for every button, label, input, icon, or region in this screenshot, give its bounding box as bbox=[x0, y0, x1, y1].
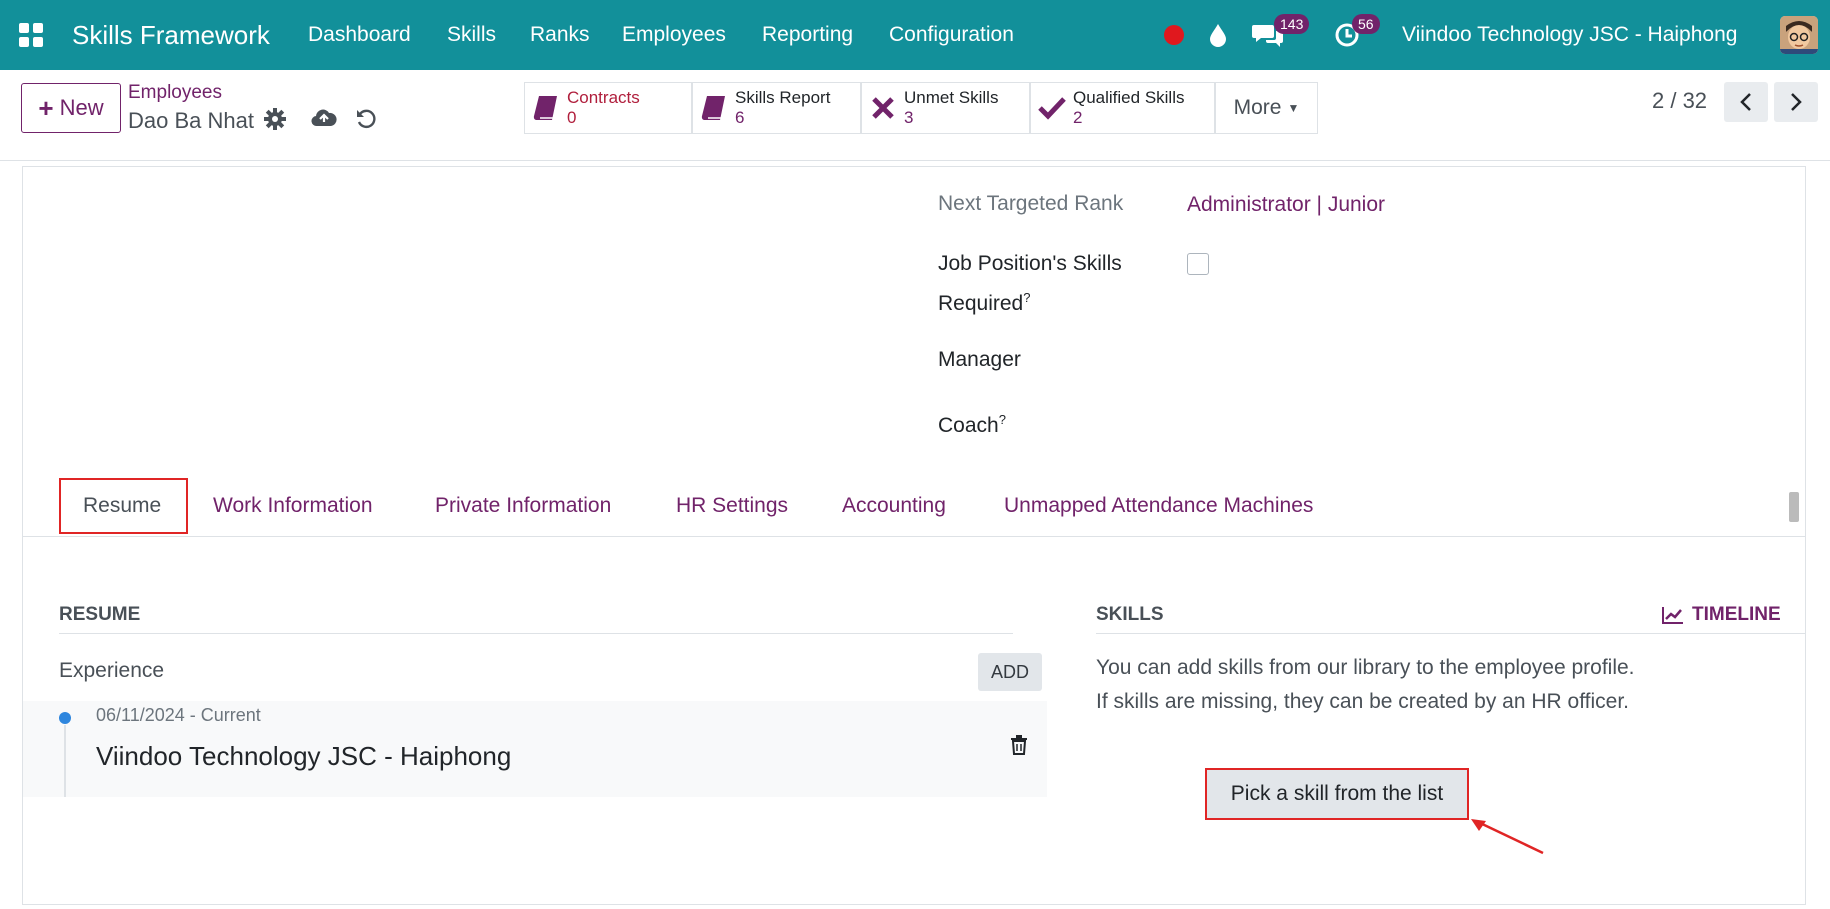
menu-dashboard[interactable]: Dashboard bbox=[308, 0, 411, 70]
smart-button-qualified-skills[interactable]: Qualified Skills 2 bbox=[1030, 82, 1215, 134]
control-panel: + New Employees Dao Ba Nhat Contracts 0 … bbox=[0, 70, 1830, 161]
tab-private-information[interactable]: Private Information bbox=[435, 478, 611, 534]
activities-clock-icon[interactable] bbox=[1334, 0, 1360, 70]
experience-label: Experience bbox=[59, 659, 165, 682]
pager-previous-button[interactable] bbox=[1724, 82, 1768, 122]
apps-menu-icon[interactable] bbox=[18, 0, 46, 70]
timeline-line bbox=[64, 725, 66, 797]
cloud-upload-icon[interactable] bbox=[311, 106, 337, 133]
more-button[interactable]: More ▼ bbox=[1215, 82, 1318, 134]
menu-ranks[interactable]: Ranks bbox=[530, 0, 590, 70]
smart-button-unmet-skills[interactable]: Unmet Skills 3 bbox=[861, 82, 1030, 134]
coach-label-text: Coach bbox=[938, 414, 999, 437]
company-switcher[interactable]: Viindoo Technology JSC - Haiphong bbox=[1402, 0, 1737, 70]
breadcrumb-parent[interactable]: Employees bbox=[128, 82, 222, 104]
smart-button-label: Unmet Skills bbox=[904, 88, 999, 107]
skills-section-title: SKILLS bbox=[1096, 604, 1164, 625]
job-skills-required-label: Job Position's Skills Required? bbox=[938, 247, 1122, 321]
book-icon bbox=[693, 93, 735, 123]
book-icon bbox=[525, 93, 567, 123]
next-targeted-rank-label: Next Targeted Rank bbox=[938, 192, 1124, 215]
skills-help-line1: You can add skills from our library to t… bbox=[1096, 656, 1635, 679]
smart-button-label: Qualified Skills bbox=[1073, 88, 1185, 107]
menu-reporting[interactable]: Reporting bbox=[762, 0, 853, 70]
resume-section-title: RESUME bbox=[59, 604, 141, 625]
timeline-dot bbox=[59, 712, 71, 724]
record-icon[interactable] bbox=[1163, 0, 1185, 70]
messages-icon[interactable] bbox=[1252, 0, 1284, 70]
trash-icon[interactable] bbox=[1010, 735, 1028, 760]
skills-help-line2: If skills are missing, they can be creat… bbox=[1096, 690, 1630, 713]
job-skills-label-line1: Job Position's Skills bbox=[938, 252, 1122, 275]
timeline-button[interactable]: TIMELINE bbox=[1662, 604, 1781, 626]
menu-configuration[interactable]: Configuration bbox=[889, 0, 1014, 70]
resume-line[interactable]: 06/11/2024 - Current Viindoo Technology … bbox=[23, 701, 1047, 797]
top-navbar: Skills Framework Dashboard Skills Ranks … bbox=[0, 0, 1830, 70]
manager-label: Manager bbox=[938, 348, 1021, 371]
new-button[interactable]: + New bbox=[21, 83, 121, 133]
smart-button-label: Contracts bbox=[567, 88, 640, 107]
pager-next-button[interactable] bbox=[1774, 82, 1818, 122]
add-resume-line-button[interactable]: ADD bbox=[978, 653, 1042, 691]
new-button-label: New bbox=[59, 95, 104, 120]
user-avatar[interactable] bbox=[1780, 16, 1818, 54]
resume-line-title: Viindoo Technology JSC - Haiphong bbox=[96, 741, 512, 771]
menu-employees[interactable]: Employees bbox=[622, 0, 726, 70]
resume-line-date: 06/11/2024 - Current bbox=[96, 705, 261, 725]
tab-unmapped-attendance-machines[interactable]: Unmapped Attendance Machines bbox=[1004, 478, 1313, 534]
smart-button-contracts[interactable]: Contracts 0 bbox=[524, 82, 692, 134]
form-sheet: Next Targeted Rank Administrator | Junio… bbox=[22, 166, 1806, 905]
smart-button-value: 0 bbox=[567, 108, 577, 127]
breadcrumb-current: Dao Ba Nhat bbox=[128, 108, 254, 133]
help-icon[interactable]: ? bbox=[1023, 290, 1030, 305]
skills-help-text: You can add skills from our library to t… bbox=[1096, 651, 1635, 719]
x-icon bbox=[862, 95, 904, 121]
tab-hr-settings[interactable]: HR Settings bbox=[676, 478, 788, 534]
more-label: More bbox=[1233, 96, 1282, 119]
tab-work-information[interactable]: Work Information bbox=[213, 478, 373, 534]
chart-line-icon bbox=[1662, 607, 1683, 624]
check-icon bbox=[1031, 95, 1073, 121]
next-targeted-rank-value[interactable]: Administrator | Junior bbox=[1187, 193, 1385, 217]
tab-accounting[interactable]: Accounting bbox=[842, 478, 946, 534]
tabs-scrollbar[interactable] bbox=[1789, 492, 1799, 522]
messages-count-badge: 143 bbox=[1274, 14, 1310, 34]
app-brand[interactable]: Skills Framework bbox=[72, 0, 270, 70]
drop-icon[interactable] bbox=[1208, 0, 1228, 70]
job-skills-required-checkbox[interactable] bbox=[1187, 253, 1209, 275]
notebook-tabs: Resume Work Information Private Informat… bbox=[23, 478, 1805, 537]
smart-button-value: 2 bbox=[1073, 108, 1083, 127]
pager-value[interactable]: 2 / 32 bbox=[1652, 88, 1707, 114]
plus-icon: + bbox=[38, 93, 54, 123]
smart-button-label: Skills Report bbox=[735, 88, 831, 107]
smart-button-value: 3 bbox=[904, 108, 914, 127]
skills-divider bbox=[1096, 633, 1805, 634]
smart-button-value: 6 bbox=[735, 108, 745, 127]
tab-resume[interactable]: Resume bbox=[59, 478, 188, 534]
job-skills-label-line2: Required bbox=[938, 292, 1024, 315]
annotation-arrow-icon bbox=[1471, 819, 1544, 855]
gear-icon[interactable] bbox=[264, 108, 286, 135]
help-icon[interactable]: ? bbox=[999, 412, 1006, 427]
timeline-label: TIMELINE bbox=[1692, 604, 1781, 625]
menu-skills[interactable]: Skills bbox=[447, 0, 496, 70]
discard-icon[interactable] bbox=[355, 108, 377, 135]
resume-divider bbox=[59, 633, 1013, 634]
coach-label: Coach? bbox=[938, 403, 1006, 443]
caret-down-icon: ▼ bbox=[1287, 101, 1300, 115]
pick-skill-button[interactable]: Pick a skill from the list bbox=[1205, 768, 1469, 820]
smart-button-skills-report[interactable]: Skills Report 6 bbox=[692, 82, 861, 134]
activities-count-badge: 56 bbox=[1352, 14, 1380, 34]
